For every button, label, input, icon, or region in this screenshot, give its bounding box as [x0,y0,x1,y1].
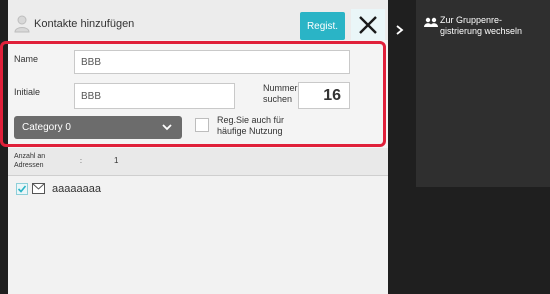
check-icon [16,183,28,195]
mail-icon [32,183,45,194]
dialog-title: Kontakte hinzufügen [34,18,135,30]
entry-name: aaaaaaaa [52,183,101,195]
person-icon [14,15,30,33]
regist-button[interactable]: Regist. [300,12,345,40]
dialog-titlebar: Kontakte hinzufügen Regist. [8,0,388,41]
list-item[interactable]: aaaaaaaa [8,176,388,202]
address-count-row: Anzahl an Adressen : 1 [8,148,388,176]
highlight-frame [0,41,386,147]
close-button[interactable] [351,9,385,41]
separator: : [80,158,82,165]
address-count-value: 1 [114,156,119,165]
group-icon [424,17,438,27]
group-switch-label[interactable]: Zur Gruppenre- gistrierung wechseln [440,15,522,37]
chevron-right-icon[interactable] [396,25,404,35]
address-count-label: Anzahl an Adressen [14,153,46,169]
close-icon [359,16,377,34]
